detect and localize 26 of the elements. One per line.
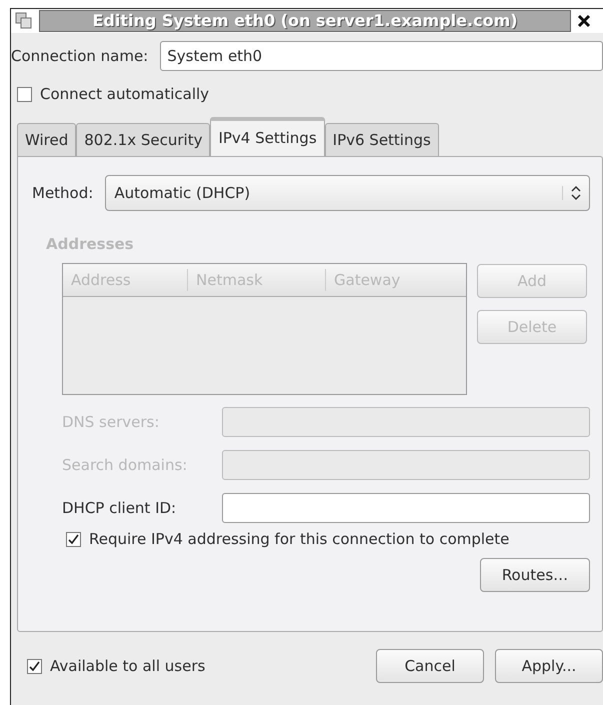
window-icon xyxy=(15,12,33,30)
tab[interactable]: Wired xyxy=(17,123,76,156)
checkbox-label: Require IPv4 addressing for this connection to complete xyxy=(89,530,510,548)
addresses-heading: Addresses xyxy=(46,235,135,253)
field-label: DHCP client ID: xyxy=(62,498,178,516)
connection-name-field[interactable]: System eth0 xyxy=(160,41,603,71)
tab[interactable]: 802.1x Security xyxy=(76,123,210,156)
dialog-button[interactable]: Apply... xyxy=(495,649,603,683)
connection-name-label: Connection name: xyxy=(11,47,148,65)
checkbox-label: Available to all users xyxy=(50,657,206,675)
checkbox[interactable] xyxy=(27,658,42,674)
checkbox-label: Connect automatically xyxy=(40,85,210,103)
tab[interactable]: IPv4 Settings xyxy=(210,117,325,156)
method-dropdown[interactable]: Automatic (DHCP) xyxy=(105,175,590,211)
tab[interactable]: IPv6 Settings xyxy=(324,123,439,156)
close-icon[interactable] xyxy=(577,14,591,28)
text-field[interactable] xyxy=(222,492,590,522)
up-down-arrows-icon xyxy=(562,186,581,200)
checkbox[interactable] xyxy=(17,86,32,102)
routes-button[interactable]: Routes… xyxy=(480,558,590,592)
checkbox[interactable] xyxy=(66,532,81,546)
field-label: DNS servers: xyxy=(62,412,160,430)
field-label: Search domains: xyxy=(62,456,188,474)
window-title: Editing System eth0 (on server1.example.com) xyxy=(39,10,571,32)
dialog-button[interactable]: Cancel xyxy=(376,649,484,683)
method-label: Method: xyxy=(32,184,94,202)
